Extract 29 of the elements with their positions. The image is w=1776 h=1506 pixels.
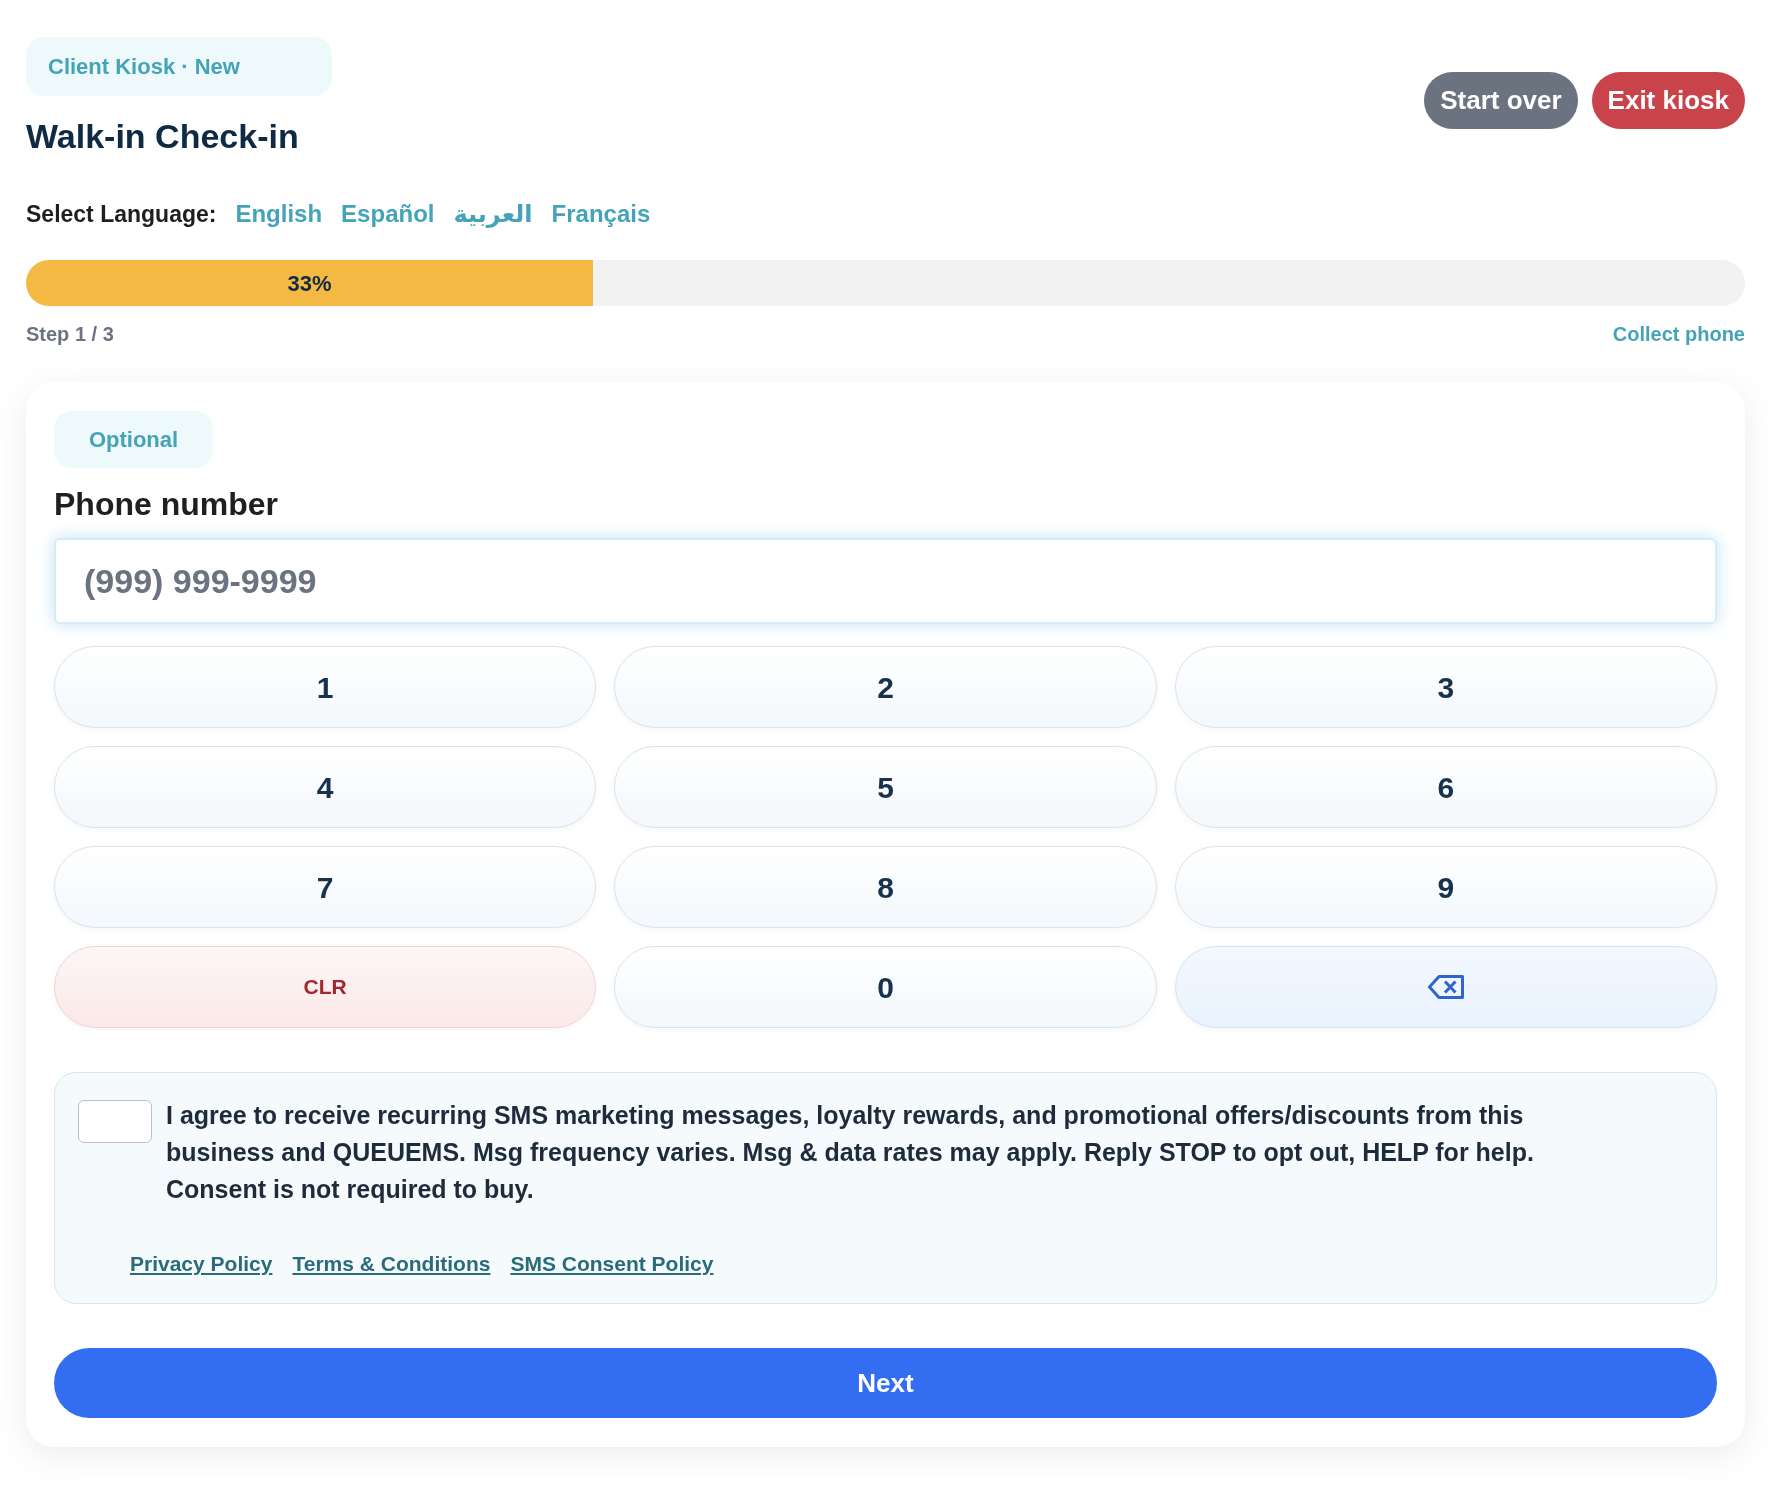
- progress-label: 33%: [287, 269, 332, 298]
- optional-badge: Optional: [54, 411, 213, 468]
- policy-link[interactable]: Terms & Conditions: [292, 1248, 491, 1280]
- step-name: Collect phone: [1612, 322, 1745, 347]
- kiosk-badge: Client Kiosk · New: [26, 37, 332, 96]
- keypad-key[interactable]: 5: [614, 746, 1157, 828]
- policy-link[interactable]: Privacy Policy: [130, 1248, 273, 1280]
- backspace-icon: [1427, 975, 1464, 999]
- consent-checkbox[interactable]: [78, 1100, 152, 1143]
- phone-field[interactable]: (999) 999-9999: [54, 538, 1717, 624]
- keypad-key[interactable]: 6: [1174, 746, 1717, 828]
- step-counter: Step 1 / 3: [26, 322, 114, 347]
- keypad-key[interactable]: 7: [54, 846, 597, 928]
- language-label: Select Language:: [26, 199, 217, 229]
- next-button[interactable]: Next: [54, 1348, 1717, 1418]
- keypad-key[interactable]: 3: [1174, 646, 1717, 728]
- keypad-key[interactable]: 1: [54, 646, 597, 728]
- keypad-key[interactable]: 0: [614, 946, 1157, 1028]
- keypad-key[interactable]: 8: [614, 846, 1157, 928]
- exit-button[interactable]: Exit kiosk: [1591, 72, 1745, 129]
- field-label: Phone number: [54, 486, 279, 522]
- consent-text: I agree to receive recurring SMS marketing messages, loyalty rewards, and promotional offers/discounts from this business and QUEUEMS. Msg frequency varies. Msg & data rates may apply. Reply STOP to opt out, HELP for help. Consent is not required to buy.: [166, 1100, 1535, 1205]
- clear-key[interactable]: CLR: [54, 946, 597, 1028]
- keypad-key[interactable]: 4: [54, 746, 597, 828]
- keypad-key[interactable]: 2: [614, 646, 1157, 728]
- policy-link[interactable]: SMS Consent Policy: [510, 1248, 714, 1280]
- keypad-key[interactable]: 9: [1174, 846, 1717, 928]
- page-title: Walk-in Check-in: [26, 116, 300, 156]
- start-over-button[interactable]: Start over: [1424, 72, 1578, 129]
